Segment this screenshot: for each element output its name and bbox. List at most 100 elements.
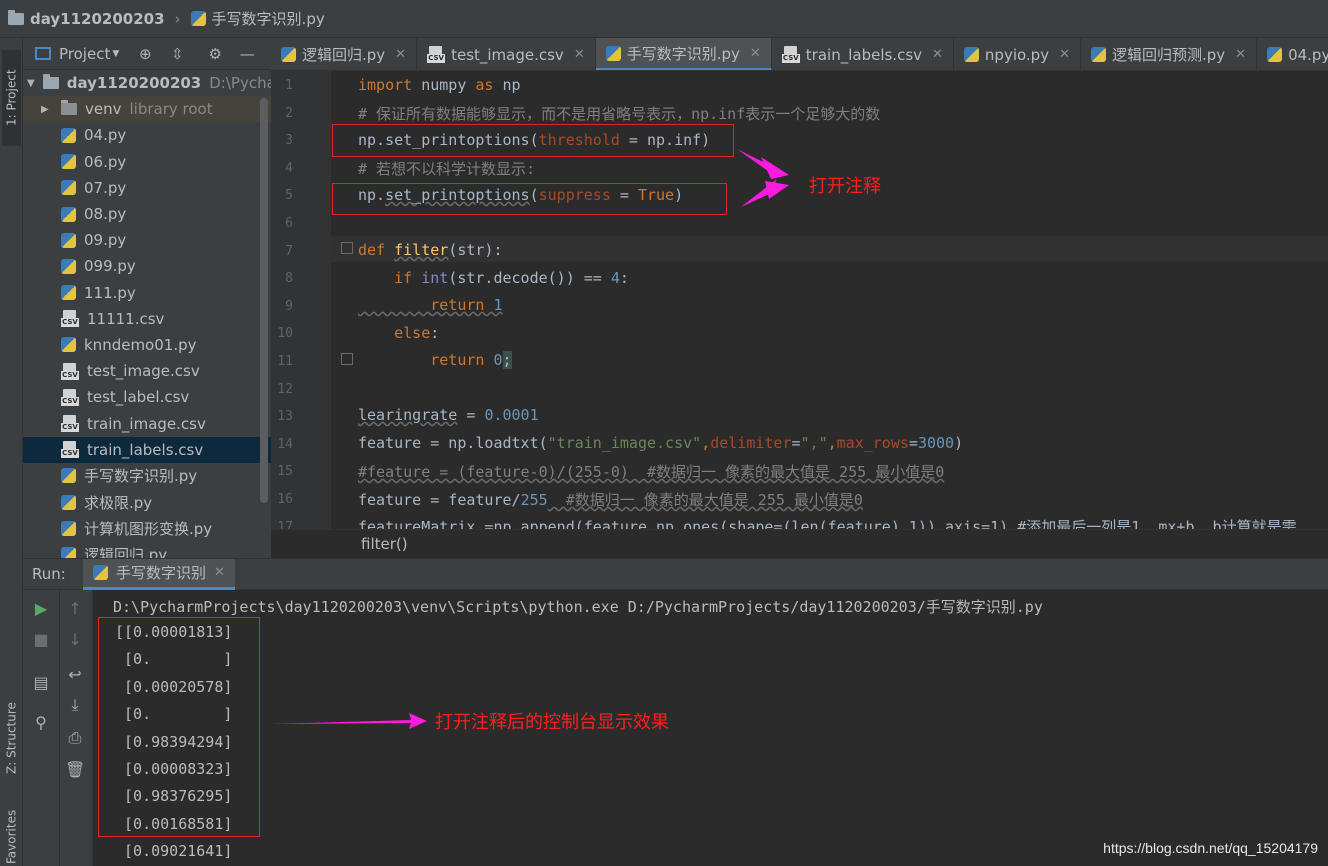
tree-file-item[interactable]: 求极限.py [23, 489, 271, 515]
fold-marker-icon[interactable] [341, 242, 353, 254]
tree-file-item[interactable]: knndemo01.py [23, 332, 271, 358]
tree-file-item[interactable]: CSV train_image.csv [23, 410, 271, 436]
editor-tab[interactable]: 逻辑回归预测.py ✕ [1081, 38, 1258, 70]
print-icon[interactable]: ⎙ [65, 728, 85, 748]
tree-file-item[interactable]: 06.py [23, 149, 271, 175]
locate-target-icon[interactable]: ⊕ [137, 46, 153, 62]
rerun-icon[interactable]: ▶ [31, 599, 51, 619]
csv-file-icon: CSV [61, 441, 79, 459]
project-tool-tab[interactable]: 1: Project [2, 50, 21, 146]
tree-file-item[interactable]: CSV test_label.csv [23, 384, 271, 410]
editor-tab[interactable]: npyio.py ✕ [954, 38, 1081, 70]
trash-icon[interactable]: 🗑 [65, 760, 85, 780]
line-number: 2 [285, 105, 293, 121]
python-file-icon [61, 520, 76, 536]
line-number: 5 [285, 188, 293, 204]
tree-file-item[interactable]: 08.py [23, 201, 271, 227]
tree-file-item[interactable]: 计算机图形变换.py [23, 515, 271, 541]
editor-tab[interactable]: CSV test_image.csv ✕ [417, 38, 596, 70]
editor-tab[interactable]: 手写数字识别.py ✕ [595, 38, 772, 70]
code-line-17: featureMatrix =np.append(feature,np.ones… [358, 518, 1297, 529]
run-toolbar: ▶ ■ ▤ ⚲ ↑ ↓ ↩ ⤓ ⎙ 🗑 [23, 590, 93, 866]
line-number: 16 [277, 492, 293, 507]
tree-file-label: 04.py [84, 126, 127, 145]
tree-file-label: 06.py [84, 152, 127, 171]
tree-file-label: train_labels.csv [87, 440, 204, 459]
line-number: 6 [285, 216, 293, 231]
python-file-icon [190, 11, 206, 26]
project-view-dropdown[interactable]: Project [59, 45, 110, 63]
breadcrumb-project[interactable]: day1120200203 [8, 9, 165, 28]
close-icon[interactable]: ✕ [214, 565, 225, 580]
function-breadcrumb[interactable]: filter() [361, 535, 408, 553]
tree-venv-folder[interactable]: ▶ venv library root [23, 96, 271, 123]
scroll-to-end-icon[interactable]: ⤓ [65, 695, 85, 715]
code-editor[interactable]: 1 2 3 4 5 6 7 8 9 10 11 12 13 14 15 16 17 import numpy a… [271, 71, 1328, 529]
close-icon[interactable]: ✕ [750, 46, 761, 61]
pin-icon[interactable]: ⚲ [31, 713, 51, 733]
tree-file-item[interactable]: 04.py [23, 122, 271, 148]
python-file-icon [963, 47, 979, 62]
gear-icon[interactable]: ⚙ [207, 46, 223, 62]
annotation-arrows [737, 149, 789, 207]
run-console[interactable]: D:\PycharmProjects\day1120200203\venv\Sc… [93, 590, 1328, 866]
close-icon[interactable]: ✕ [932, 47, 943, 62]
chevron-right-icon[interactable]: ▶ [41, 104, 53, 115]
tree-root-folder[interactable]: ▼ day1120200203 D:\Pycharm [23, 70, 271, 96]
hide-panel-icon[interactable]: — [239, 46, 255, 62]
tree-file-item[interactable]: 逻辑回归.py [23, 541, 271, 558]
editor-breadcrumb[interactable]: filter() [271, 529, 1328, 558]
tree-file-label: 计算机图形变换.py [84, 519, 213, 538]
tree-file-label: 07.py [84, 178, 127, 197]
excluded-folder-icon [61, 100, 77, 116]
code-line-1: import numpy as np [358, 76, 521, 94]
code-line-15: #feature = (feature-0)/(255-0) #数据归一 像素的… [358, 463, 945, 481]
tree-file-label: 逻辑回归.py [84, 545, 168, 558]
python-file-icon [61, 127, 76, 143]
close-icon[interactable]: ✕ [1235, 47, 1246, 62]
python-file-icon [61, 494, 76, 510]
structure-tool-tab[interactable]: Z: Structure [2, 678, 21, 798]
close-icon[interactable]: ✕ [395, 47, 406, 62]
line-number: 10 [277, 326, 293, 342]
tree-file-item[interactable]: 07.py [23, 175, 271, 201]
tree-file-item[interactable]: CSV test_image.csv [23, 358, 271, 384]
run-label: Run: [32, 565, 66, 583]
tree-file-label: test_label.csv [87, 388, 190, 407]
favorites-tool-tab[interactable]: Favorites [2, 808, 21, 866]
run-panel-header: Run: 手写数字识别 ✕ [23, 558, 1328, 590]
tree-file-item[interactable]: CSV train_labels.csv [23, 436, 271, 463]
tree-file-item[interactable]: 手写数字识别.py [23, 463, 271, 489]
tree-file-item[interactable]: CSV 11111.csv [23, 306, 271, 332]
arrow-up-icon[interactable]: ↑ [65, 599, 85, 619]
fold-marker-icon[interactable] [341, 353, 353, 365]
soft-wrap-icon[interactable]: ↩ [65, 665, 85, 685]
arrow-down-icon[interactable]: ↓ [65, 630, 85, 650]
editor-tab[interactable]: 04.py✕ [1257, 38, 1328, 70]
project-scrollbar[interactable] [260, 98, 268, 503]
line-number: 7 [285, 243, 293, 259]
tree-file-item[interactable]: 09.py [23, 227, 271, 253]
chevron-right-icon: › [174, 9, 181, 28]
editor-tab-bar: 逻辑回归.py ✕ CSV test_image.csv ✕ 手写数字识别.py ✕ CSV t… [271, 38, 1328, 71]
python-file-icon [61, 468, 76, 484]
tree-file-item[interactable]: 111.py [23, 280, 271, 306]
project-tool-tab-label: 1: Project [4, 69, 19, 127]
csv-file-icon: CSV [427, 46, 446, 63]
dropdown-arrow-icon[interactable]: ▼ [112, 49, 119, 59]
editor-tab[interactable]: CSV train_labels.csv ✕ [772, 38, 954, 70]
collapse-all-icon[interactable]: ⇳ [169, 46, 185, 62]
csv-file-icon: CSV [61, 388, 79, 406]
close-icon[interactable]: ✕ [574, 47, 585, 62]
tree-file-item[interactable]: 099.py [23, 253, 271, 279]
run-config-tab[interactable]: 手写数字识别 ✕ [83, 558, 235, 590]
stop-icon[interactable]: ■ [31, 630, 51, 650]
venv-folder-name: venv [85, 100, 122, 119]
breadcrumb-file[interactable]: 手写数字识别.py [190, 8, 325, 29]
python-file-icon [61, 285, 76, 301]
file-list: 04.py 06.py 07.py 08.py 09.py 099.py 111.py CSV… [23, 122, 271, 558]
layout-icon[interactable]: ▤ [31, 673, 51, 693]
chevron-down-icon[interactable]: ▼ [27, 78, 35, 89]
editor-tab[interactable]: 逻辑回归.py ✕ [271, 38, 418, 70]
close-icon[interactable]: ✕ [1059, 47, 1070, 62]
